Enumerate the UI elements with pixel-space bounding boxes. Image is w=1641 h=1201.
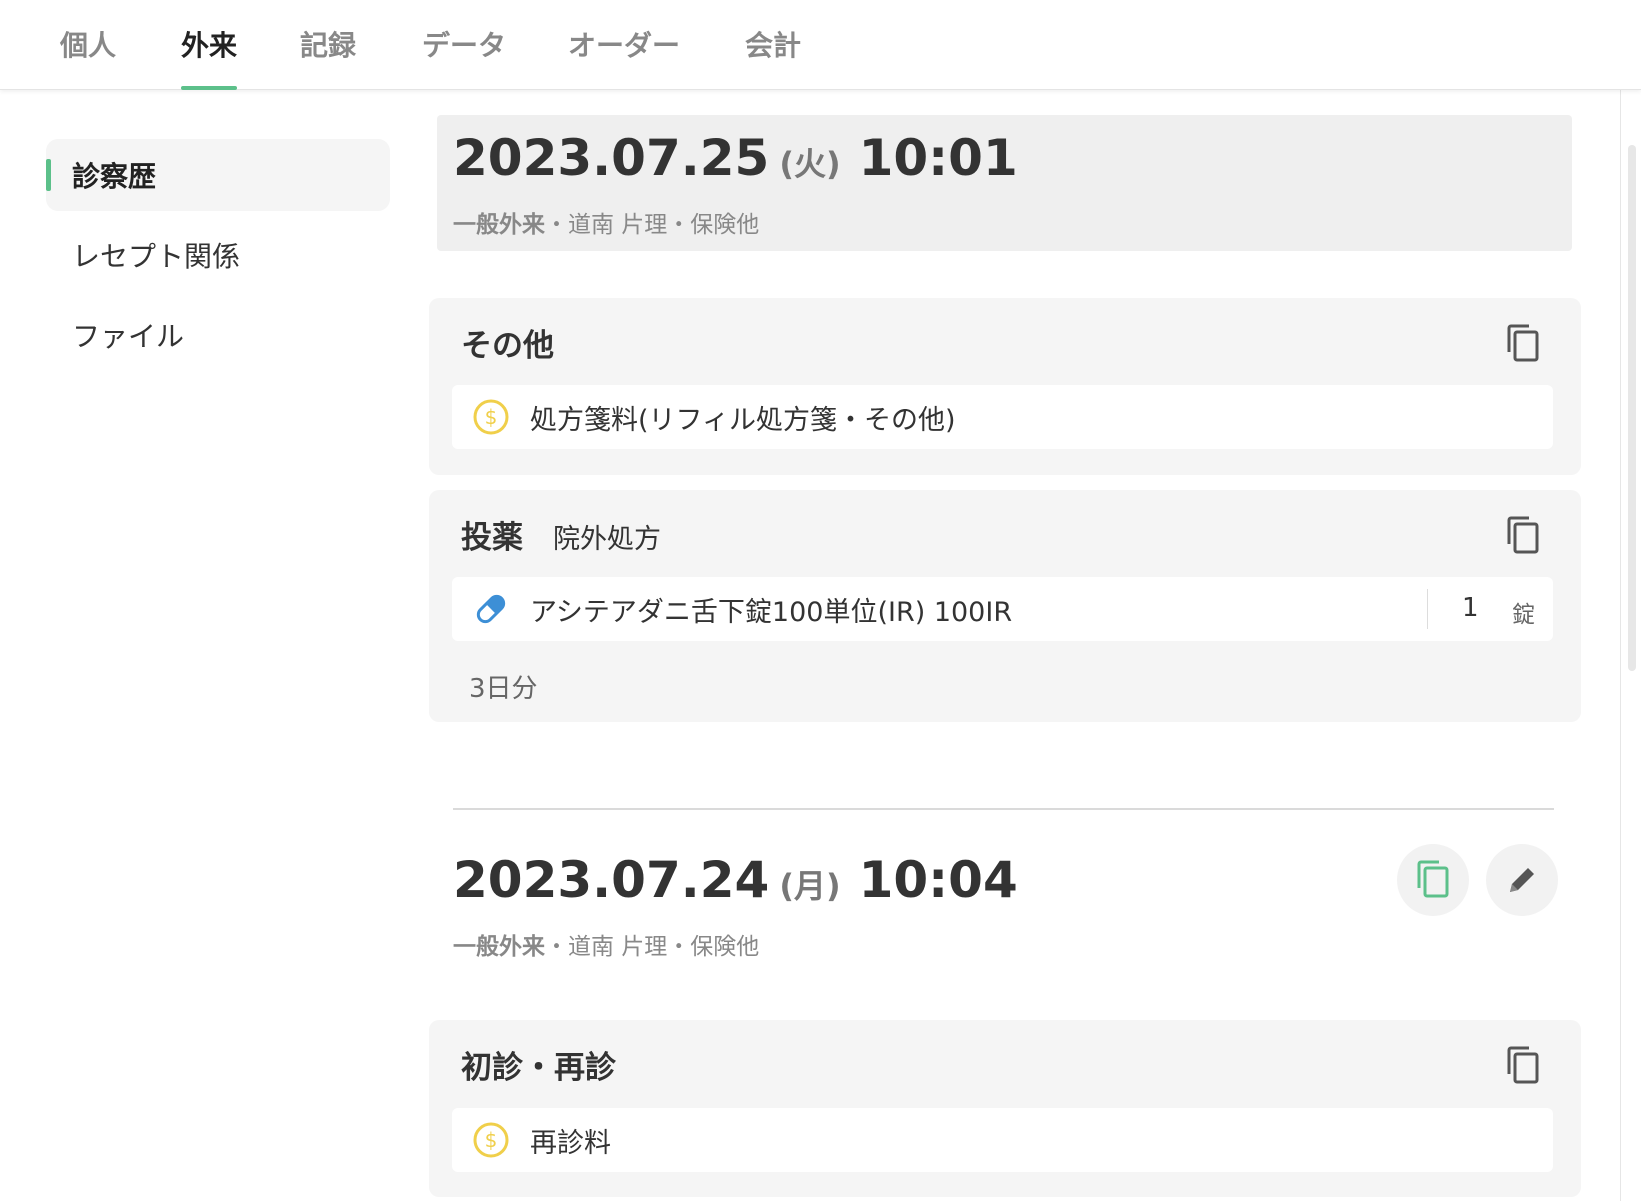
quantity-unit: 錠 (1512, 602, 1535, 628)
copy-icon (1417, 860, 1449, 898)
order-card-other: その他 $ 処方箋料(リフィル処方箋・その他) (429, 298, 1581, 475)
app-window: 個人 外来 記録 データ オーダー 会計 診察歴 レセプト関係 ファイル 202… (0, 0, 1641, 1201)
card-title: 投薬 院外処方 (461, 512, 661, 557)
copy-icon[interactable] (1503, 514, 1543, 558)
copy-visit-button[interactable] (1397, 844, 1469, 916)
copy-icon[interactable] (1503, 322, 1543, 366)
card-title-text: 投薬 (461, 520, 523, 556)
visit-date: 2023.07.24 (453, 851, 770, 909)
tab-order[interactable]: オーダー (568, 24, 680, 90)
visit-doctor-insurance: ・道南 片理・保険他 (545, 934, 760, 960)
sidebar-item-files[interactable]: ファイル (46, 299, 390, 371)
svg-text:$: $ (485, 1128, 498, 1152)
sidebar-item-label: 診察歴 (72, 160, 157, 193)
order-card-consultation: 初診・再診 $ 再診料 (429, 1020, 1581, 1197)
visit-datetime: 2023.07.24 (月) 10:04 (453, 851, 1018, 909)
tab-accounting[interactable]: 会計 (745, 24, 801, 90)
pill-icon (476, 594, 506, 624)
visit-time: 10:01 (858, 129, 1018, 187)
coin-icon: $ (473, 399, 509, 435)
visit-weekday: (月) (779, 867, 841, 905)
pencil-icon (1510, 868, 1534, 892)
list-item[interactable]: $ 処方箋料(リフィル処方箋・その他) (452, 385, 1553, 449)
top-tab-bar: 個人 外来 記録 データ オーダー 会計 (0, 0, 1641, 90)
sidebar-item-history[interactable]: 診察歴 (46, 139, 390, 211)
copy-icon[interactable] (1503, 1044, 1543, 1088)
visit-header[interactable]: 2023.07.24 (月) 10:04 一般外来・道南 片理・保険他 (437, 837, 1572, 973)
card-title: その他 (461, 328, 554, 364)
tab-personal[interactable]: 個人 (60, 24, 116, 90)
visit-datetime: 2023.07.25 (火) 10:01 (453, 129, 1018, 187)
scrollbar-thumb[interactable] (1628, 145, 1636, 671)
edit-visit-button[interactable] (1486, 844, 1558, 916)
order-card-medication: 投薬 院外処方 アシテアダニ舌下錠100単位(IR) 100IR 1 錠 3日分 (429, 490, 1581, 722)
visit-weekday: (火) (779, 145, 841, 183)
duration-text: 3日分 (469, 674, 538, 704)
visit-divider (453, 808, 1554, 810)
svg-text:$: $ (485, 405, 498, 429)
coin-icon: $ (473, 1122, 509, 1158)
visit-meta: 一般外来・道南 片理・保険他 (453, 927, 759, 961)
visit-doctor-insurance: ・道南 片理・保険他 (545, 212, 760, 238)
visit-meta: 一般外来・道南 片理・保険他 (453, 205, 759, 239)
sidebar-item-receipt[interactable]: レセプト関係 (46, 219, 390, 291)
sidebar-item-label: レセプト関係 (72, 240, 241, 273)
tab-outpatient[interactable]: 外来 (181, 24, 238, 90)
tab-data[interactable]: データ (422, 24, 506, 90)
item-label: 再診料 (530, 1127, 611, 1159)
tab-records[interactable]: 記録 (300, 24, 356, 90)
visit-date: 2023.07.25 (453, 129, 770, 187)
item-label: アシテアダニ舌下錠100単位(IR) 100IR (530, 596, 1013, 628)
visit-header[interactable]: 2023.07.25 (火) 10:01 一般外来・道南 片理・保険他 (437, 115, 1572, 251)
list-item[interactable]: アシテアダニ舌下錠100単位(IR) 100IR 1 錠 (452, 577, 1553, 641)
visit-type: 一般外来 (453, 212, 545, 238)
visit-type: 一般外来 (453, 934, 545, 960)
item-label: 処方箋料(リフィル処方箋・その他) (530, 404, 956, 436)
quantity-value: 1 (1462, 593, 1479, 623)
list-item[interactable]: $ 再診料 (452, 1108, 1553, 1172)
card-title: 初診・再診 (461, 1050, 616, 1086)
visit-time: 10:04 (858, 851, 1018, 909)
card-subtitle: 院外処方 (553, 524, 661, 555)
quantity-divider (1427, 589, 1428, 629)
sidebar-item-label: ファイル (72, 320, 185, 353)
